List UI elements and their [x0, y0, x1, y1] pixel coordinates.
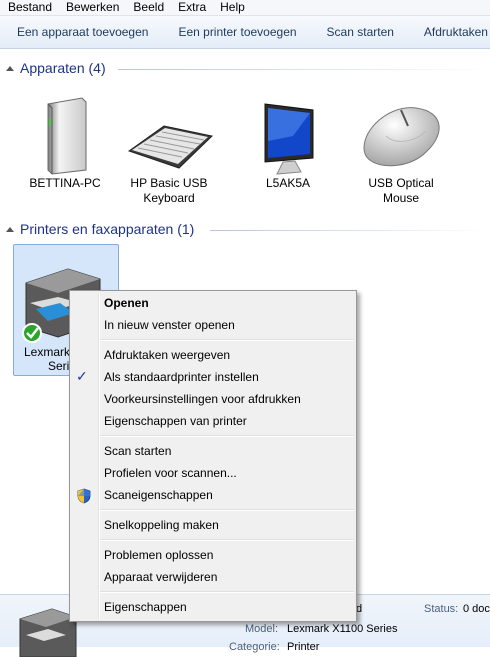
menu-gutter — [98, 293, 100, 619]
checkmark-icon: ✓ — [76, 368, 88, 384]
start-scan-button[interactable]: Scan starten — [327, 25, 394, 39]
menu-item-properties[interactable]: Eigenschappen — [104, 599, 187, 615]
status-label: Status: — [424, 603, 459, 615]
menu-item-print-preferences[interactable]: Voorkeursinstellingen voor afdrukken — [104, 391, 301, 407]
printers-group-header[interactable]: Printers en faxapparaten (1) — [6, 221, 194, 237]
menu-bestand[interactable]: Bestand — [0, 0, 58, 15]
keyboard-icon — [127, 125, 214, 169]
menu-item-open[interactable]: Openen — [104, 295, 149, 311]
device-monitor[interactable]: L5AK5A — [243, 96, 333, 191]
device-label: HP Basic USB Keyboard — [130, 176, 208, 205]
menu-separator — [100, 539, 354, 541]
device-mouse[interactable]: USB Optical Mouse — [356, 96, 446, 206]
mouse-icon — [363, 107, 440, 167]
menu-item-view-print-jobs[interactable]: Afdruktaken weergeven — [104, 347, 230, 363]
print-jobs-button[interactable]: Afdruktaken w — [424, 25, 490, 39]
menu-item-remove-device[interactable]: Apparaat verwijderen — [104, 569, 217, 585]
device-label: BETTINA-PC — [29, 176, 101, 190]
group-divider — [210, 230, 490, 231]
menu-item-troubleshoot[interactable]: Problemen oplossen — [104, 547, 213, 563]
add-printer-button[interactable]: Een printer toevoegen — [178, 25, 296, 39]
device-label: L5AK5A — [265, 176, 311, 190]
printer-label-line2: Seri — [48, 359, 70, 373]
model-value: Lexmark X1100 Series — [287, 623, 398, 635]
printers-group-title: Printers en faxapparaten (1) — [20, 221, 195, 237]
menu-bewerken[interactable]: Bewerken — [58, 0, 125, 15]
group-divider — [118, 69, 490, 70]
menu-item-create-shortcut[interactable]: Snelkoppeling maken — [104, 517, 219, 533]
menu-help[interactable]: Help — [212, 0, 251, 15]
menu-item-scan-properties[interactable]: Scaneigenschappen — [104, 487, 213, 503]
menu-separator — [100, 435, 354, 437]
context-menu: Openen In nieuw venster openen Afdruktak… — [69, 290, 357, 622]
menu-beeld[interactable]: Beeld — [125, 0, 170, 15]
devices-group-header[interactable]: Apparaten (4) — [6, 60, 106, 76]
add-device-button[interactable]: Een apparaat toevoegen — [17, 25, 148, 39]
menu-separator — [100, 591, 354, 593]
model-label: Model: — [245, 623, 279, 635]
category-label: Categorie: — [229, 641, 280, 653]
category-value: Printer — [287, 641, 320, 653]
printer-label-line1: Lexmark — [24, 345, 71, 359]
menu-item-start-scan[interactable]: Scan starten — [104, 443, 171, 459]
device-keyboard[interactable]: HP Basic USB Keyboard — [124, 96, 214, 206]
device-bettina-pc[interactable]: BETTINA-PC — [20, 96, 110, 191]
menu-item-open-new-window[interactable]: In nieuw venster openen — [104, 317, 235, 333]
menu-separator — [100, 339, 354, 341]
computer-tower-icon — [47, 97, 87, 175]
collapse-triangle-icon[interactable] — [6, 65, 14, 71]
menu-bar: Bestand Bewerken Beeld Extra Help — [0, 0, 490, 16]
devices-group-title: Apparaten (4) — [20, 60, 106, 76]
menu-separator — [100, 509, 354, 511]
collapse-triangle-icon[interactable] — [6, 226, 14, 232]
menu-extra[interactable]: Extra — [170, 0, 212, 15]
menu-item-printer-properties[interactable]: Eigenschappen van printer — [104, 413, 247, 429]
shield-icon — [77, 488, 91, 504]
status-value: 0 doc — [463, 603, 490, 615]
menu-item-scan-profiles[interactable]: Profielen voor scannen... — [104, 465, 237, 481]
device-label: USB Optical Mouse — [368, 176, 434, 205]
menu-item-set-default-printer[interactable]: Als standaardprinter instellen — [104, 369, 259, 385]
monitor-icon — [264, 103, 314, 175]
command-bar: Een apparaat toevoegen Een printer toevo… — [0, 16, 490, 49]
